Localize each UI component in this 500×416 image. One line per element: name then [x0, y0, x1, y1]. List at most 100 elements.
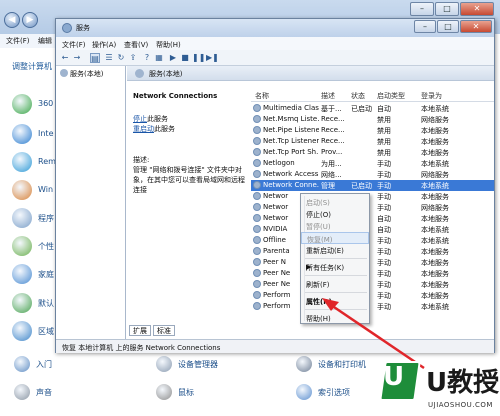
- cell-name: Net.Pipe Listene...: [263, 126, 319, 134]
- table-row[interactable]: Net.Msmq Liste... Rece... 禁用 网络服务: [251, 114, 494, 125]
- table-row[interactable]: Netlogon 为用... 手动 本地系统: [251, 158, 494, 169]
- tab-standard[interactable]: 标准: [153, 325, 175, 336]
- service-gear-icon: [253, 291, 261, 299]
- header-divider: [251, 101, 494, 102]
- table-row[interactable]: Networ 手动 本地服务: [251, 191, 494, 202]
- services-minimize-button[interactable]: –: [414, 20, 436, 33]
- cell-name: Network Access ...: [263, 170, 319, 178]
- menu-edit[interactable]: 编辑: [38, 36, 52, 46]
- cell-startup: 手动: [377, 281, 391, 289]
- services-maximize-button[interactable]: □: [437, 20, 459, 33]
- stop-service-icon[interactable]: ■: [180, 53, 190, 63]
- cell-startup: 手动: [377, 193, 391, 201]
- properties-icon[interactable]: ▦: [154, 53, 164, 63]
- stop-link-text[interactable]: 停止: [133, 115, 147, 123]
- menu-file[interactable]: 文件(F): [6, 36, 30, 46]
- gear-icon: [60, 69, 68, 77]
- status-bar: 恢复 本地计算机 上的服务 Network Connections: [56, 339, 494, 353]
- cp-item-label: 声音: [36, 388, 52, 397]
- context-menu-item[interactable]: 帮助(H): [301, 312, 369, 324]
- table-row[interactable]: Net.Pipe Listene...Rece... 禁用 本地服务: [251, 125, 494, 136]
- service-gear-icon: [253, 170, 261, 178]
- back-button[interactable]: ◀: [4, 12, 20, 28]
- cell-logon: 本地服务: [421, 193, 449, 201]
- context-menu-item[interactable]: 停止(O): [301, 208, 369, 220]
- table-row[interactable]: NVIDIA 自动 本地系统: [251, 224, 494, 235]
- submenu-arrow-icon: ▶: [306, 263, 312, 271]
- menu-action[interactable]: 操作(A): [92, 40, 116, 50]
- maximize-button[interactable]: □: [435, 2, 459, 16]
- cell-name: Network Conne...: [263, 181, 319, 189]
- restart-service-link[interactable]: 重启动此服务: [133, 124, 175, 134]
- cell-desc: 基于...: [321, 105, 342, 113]
- table-row[interactable]: Peer Ne 手动 本地服务: [251, 279, 494, 290]
- service-detail-pane: Network Connections 停止此服务 重启动此服务 描述: 管理 …: [127, 81, 247, 321]
- context-menu-item[interactable]: 恢复(M): [301, 232, 369, 244]
- services-window: 服务 – □ ✕ 文件(F) 操作(A) 查看(V) 帮助(H) ← → ▤ ☰…: [55, 18, 495, 353]
- show-tree-icon[interactable]: ▤: [90, 53, 100, 63]
- list-view-icon[interactable]: ☰: [104, 53, 114, 63]
- table-row[interactable]: Net.Tcp Port Sh... Prov... 禁用 本地服务: [251, 147, 494, 158]
- close-button[interactable]: ✕: [460, 2, 494, 16]
- menu-file[interactable]: 文件(F): [62, 40, 86, 50]
- table-row[interactable]: Parenta 手动 本地服务: [251, 246, 494, 257]
- table-row[interactable]: Peer N 手动 本地服务: [251, 257, 494, 268]
- column-header-startup-type[interactable]: 启动类型: [377, 91, 405, 101]
- table-row[interactable]: Multimedia Clas...基于... 已启动自动 本地系统: [251, 103, 494, 114]
- menu-view[interactable]: 查看(V): [124, 40, 148, 50]
- context-menu-item[interactable]: 所有任务(K) ▶: [301, 261, 369, 273]
- refresh-icon[interactable]: ↻: [116, 53, 126, 63]
- minimize-button[interactable]: –: [410, 2, 434, 16]
- cp-item-label: 设备和打印机: [318, 360, 366, 369]
- pause-service-icon[interactable]: ❚❚: [192, 53, 205, 63]
- service-gear-icon: [253, 247, 261, 255]
- cell-startup: 禁用: [377, 138, 391, 146]
- table-row[interactable]: Offline 手动 本地系统: [251, 235, 494, 246]
- menu-separator: [305, 258, 367, 259]
- forward-button[interactable]: ▶: [22, 12, 38, 28]
- help-icon[interactable]: ?: [142, 53, 152, 63]
- cell-startup: 手动: [377, 248, 391, 256]
- table-row[interactable]: Network Access ...网络... 手动 网络服务: [251, 169, 494, 180]
- tree-item-services-local[interactable]: 服务(本地): [60, 69, 103, 79]
- getting-started-icon: [14, 356, 30, 372]
- table-row[interactable]: Net.Tcp Listener...Rece... 禁用 本地服务: [251, 136, 494, 147]
- tree-pane: 服务(本地): [56, 66, 126, 339]
- services-menubar: 文件(F) 操作(A) 查看(V) 帮助(H): [56, 37, 494, 50]
- services-close-button[interactable]: ✕: [460, 20, 492, 33]
- export-list-icon[interactable]: ⇪: [128, 53, 138, 63]
- start-service-icon[interactable]: ▶: [168, 53, 178, 63]
- stop-link-suffix: 此服务: [147, 115, 168, 123]
- table-row[interactable]: Networ 自动 本地服务: [251, 213, 494, 224]
- service-gear-icon: [253, 280, 261, 288]
- context-menu-item[interactable]: 刷新(F): [301, 278, 369, 290]
- column-header-description[interactable]: 描述: [321, 91, 335, 101]
- table-row-selected[interactable]: Network Conne... 管理 已启动 手动 本地系统: [251, 180, 494, 191]
- restart-service-icon[interactable]: ▶❚: [206, 53, 219, 63]
- restart-link-text[interactable]: 重启动: [133, 125, 154, 133]
- column-header-logon-as[interactable]: 登录为: [421, 91, 442, 101]
- cell-startup: 禁用: [377, 149, 391, 157]
- tab-extended[interactable]: 扩展: [129, 325, 151, 336]
- tree-item-label: 服务(本地): [70, 70, 104, 78]
- context-menu-item[interactable]: 启动(S): [301, 196, 369, 208]
- context-menu-item-label: 重新启动(E): [306, 247, 344, 255]
- cell-status: 已启动: [351, 182, 372, 190]
- table-row[interactable]: Peer Ne 手动 本地服务: [251, 268, 494, 279]
- cp-item-label: 程序: [38, 214, 54, 223]
- column-header-name[interactable]: 名称: [255, 91, 269, 101]
- table-row[interactable]: Perform 手动 本地服务: [251, 290, 494, 301]
- cell-logon: 本地服务: [421, 292, 449, 300]
- column-header-status[interactable]: 状态: [351, 91, 365, 101]
- table-row[interactable]: Perform 手动 本地系统: [251, 301, 494, 312]
- context-menu-item[interactable]: 暂停(U): [301, 220, 369, 232]
- table-row[interactable]: Networ 手动 网络服务: [251, 202, 494, 213]
- context-menu-item-label: 启动(S): [306, 199, 330, 207]
- restart-link-suffix: 此服务: [154, 125, 175, 133]
- forward-arrow-icon[interactable]: →: [72, 53, 82, 63]
- context-menu-item[interactable]: 重新启动(E): [301, 244, 369, 256]
- stop-service-link[interactable]: 停止此服务: [133, 114, 168, 124]
- context-menu-item[interactable]: 属性(R): [301, 295, 369, 307]
- back-arrow-icon[interactable]: ←: [60, 53, 70, 63]
- menu-help[interactable]: 帮助(H): [156, 40, 181, 50]
